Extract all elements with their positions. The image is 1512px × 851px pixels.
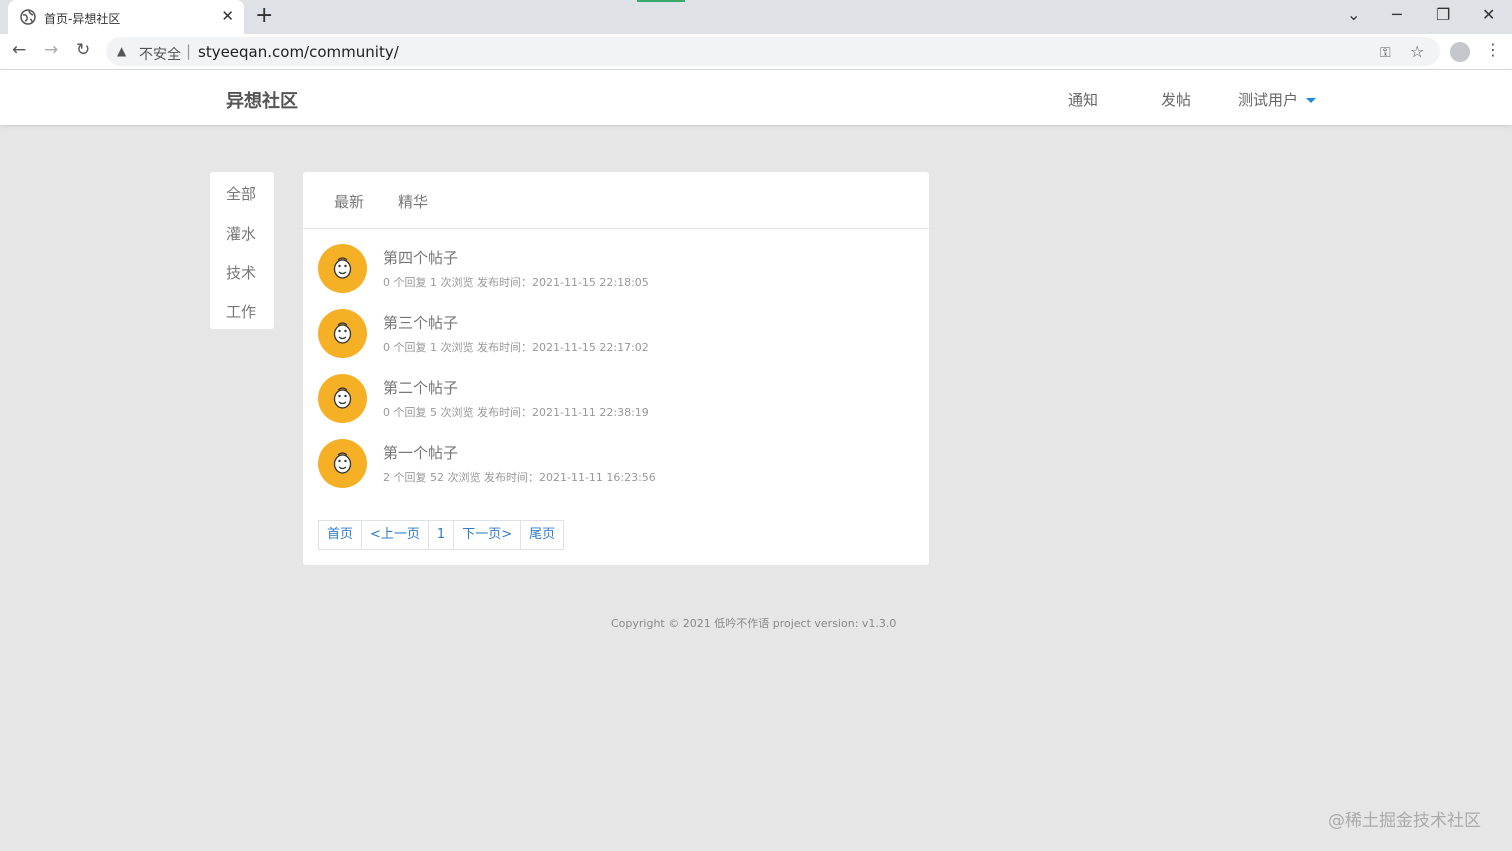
restore-icon[interactable]: ❐ [1436,5,1450,24]
monkey-avatar-icon [333,322,352,344]
post-meta: 0 个回复 5 次浏览 发布时间：2021-11-11 22:38:19 [383,406,649,419]
window-close-icon[interactable]: ✕ [1482,5,1495,24]
new-tab-button[interactable]: + [255,3,273,28]
category-sidebar: 全部 灌水 技术 工作 [210,172,274,329]
category-all[interactable]: 全部 [226,183,256,204]
menu-icon[interactable]: ⋮ [1485,40,1501,59]
watermark: @稀土掘金技术社区 [1328,811,1481,831]
avatar[interactable] [318,309,367,358]
reload-icon[interactable]: ↻ [76,40,90,60]
close-tab-icon[interactable]: ✕ [221,7,234,25]
page-next[interactable]: 下一页> [453,520,522,550]
security-label[interactable]: 不安全 [139,44,181,64]
page-first[interactable]: 首页 [318,520,363,550]
tab-search-icon[interactable]: ⌄ [1347,5,1360,24]
post-title[interactable]: 第三个帖子 [383,312,458,333]
monkey-avatar-icon [333,452,352,474]
list-item: 第一个帖子 2 个回复 52 次浏览 发布时间：2021-11-11 16:23… [318,439,918,499]
sort-tabs: 最新 精华 [303,172,929,229]
url-text[interactable]: styeeqan.com/community/ [198,43,399,61]
warning-icon: ▲ [117,44,127,58]
tab-featured[interactable]: 精华 [398,191,428,212]
profile-icon[interactable] [1450,42,1470,62]
post-title[interactable]: 第一个帖子 [383,442,458,463]
browser-toolbar: ← → ↻ ▲ 不安全 | styeeqan.com/community/ ⚿ … [0,34,1512,70]
avatar[interactable] [318,374,367,423]
tab-strip-accent [637,0,685,2]
avatar[interactable] [318,244,367,293]
page-last[interactable]: 尾页 [520,520,565,550]
star-icon[interactable]: ☆ [1410,42,1424,61]
nav-user-menu[interactable]: 测试用户 [1238,89,1317,110]
browser-tab-strip: 首页-异想社区 ✕ + ⌄ ─ ❐ ✕ [0,0,1512,34]
address-bar[interactable]: ▲ 不安全 | styeeqan.com/community/ ⚿ ☆ [106,37,1440,66]
tab-latest[interactable]: 最新 [334,191,364,212]
footer-copyright: Copyright © 2021 低吟不作语 project version: … [611,617,897,630]
user-name: 测试用户 [1238,91,1299,109]
url-separator: | [186,42,192,60]
minimize-icon[interactable]: ─ [1392,5,1402,24]
post-title[interactable]: 第二个帖子 [383,377,458,398]
back-icon[interactable]: ← [12,40,26,60]
post-meta: 2 个回复 52 次浏览 发布时间：2021-11-11 16:23:56 [383,471,656,484]
site-header: 异想社区 通知 发帖 测试用户 [0,70,1512,125]
post-meta: 0 个回复 1 次浏览 发布时间：2021-11-15 22:17:02 [383,341,649,354]
browser-tab[interactable]: 首页-异想社区 ✕ [8,0,244,34]
key-icon[interactable]: ⚿ [1380,45,1391,61]
category-tech[interactable]: 技术 [226,262,256,283]
monkey-avatar-icon [333,387,352,409]
page-number[interactable]: 1 [427,520,455,550]
post-meta: 0 个回复 1 次浏览 发布时间：2021-11-15 22:18:05 [383,276,649,289]
monkey-avatar-icon [333,257,352,279]
avatar[interactable] [318,439,367,488]
post-title[interactable]: 第四个帖子 [383,247,458,268]
list-item: 第三个帖子 0 个回复 1 次浏览 发布时间：2021-11-15 22:17:… [318,309,918,369]
dropdown-caret-icon [1306,98,1317,103]
nav-notifications[interactable]: 通知 [1068,89,1098,110]
tab-title: 首页-异想社区 [44,12,121,26]
post-list-card: 最新 精华 第四个帖子 0 个回复 1 次浏览 发布时间：2021-11-15 … [303,172,929,565]
globe-icon [20,9,36,25]
forward-icon[interactable]: → [44,40,58,60]
list-item: 第四个帖子 0 个回复 1 次浏览 发布时间：2021-11-15 22:18:… [318,244,918,304]
page-prev[interactable]: <上一页 [361,520,429,550]
list-item: 第二个帖子 0 个回复 5 次浏览 发布时间：2021-11-11 22:38:… [318,374,918,434]
pagination: 首页 <上一页 1 下一页> 尾页 [318,520,565,550]
nav-new-post[interactable]: 发帖 [1161,89,1191,110]
category-work[interactable]: 工作 [226,301,256,322]
site-logo[interactable]: 异想社区 [226,87,298,113]
category-water[interactable]: 灌水 [226,223,256,244]
